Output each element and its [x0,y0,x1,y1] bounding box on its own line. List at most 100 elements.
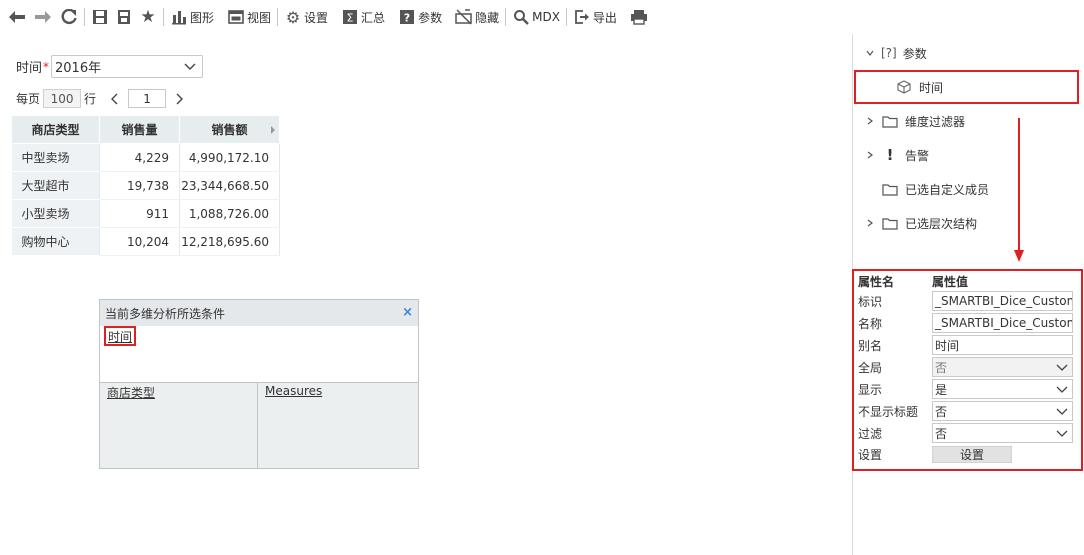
column-axis-zone[interactable]: Measures [258,383,416,468]
row-header-cell[interactable]: 小型卖场 [11,199,100,228]
amount-cell: 1,088,726.00 [179,199,280,228]
params-bracket-icon: [?] [881,46,897,60]
quantity-cell: 19,738 [99,171,180,200]
time-select-value: 2016年 [55,61,102,76]
tree-node-alert[interactable]: ! 告警 [863,144,929,166]
show-select[interactable]: 是 [932,379,1073,399]
hide-button[interactable]: 隐藏 [455,6,499,28]
save-as-button[interactable] [115,6,133,28]
tree-node-params[interactable]: [?] 参数 [863,42,927,64]
row-axis-zone[interactable]: 商店类型 [100,383,258,468]
tree-node-param-time[interactable]: 时间 [891,76,943,98]
annotation-arrow-line [1018,118,1020,251]
per-page-label: 每页 [16,92,41,106]
row-unit-label: 行 [84,92,97,106]
row-header-cell[interactable]: 购物中心 [11,227,100,256]
time-filter-label: 时间 [16,61,43,76]
sum-icon: Σ [341,8,359,26]
summary-button[interactable]: Σ 汇总 [341,6,385,28]
bar-chart-icon [170,8,188,26]
chart-label: 图形 [190,10,215,25]
column-axis-item[interactable]: Measures [265,384,409,398]
prop-label: 别名 [858,338,883,353]
chevron-right-icon[interactable] [863,116,877,126]
time-select[interactable]: 2016年 [51,55,204,78]
column-header-amount[interactable]: 销售额 [179,115,280,144]
chevron-down-icon [1055,382,1069,396]
toolbar-gap [623,8,624,26]
export-button[interactable]: 导出 [573,6,617,28]
properties-header: 属性名 属性值 [858,273,968,289]
close-icon[interactable]: × [402,305,413,320]
next-page-button[interactable] [170,90,188,108]
filter-select[interactable]: 否 [932,423,1073,443]
chevron-right-icon[interactable] [863,218,877,228]
chart-button[interactable]: 图形 [170,6,214,28]
per-page-input[interactable]: 100 [43,89,82,108]
toolbar-gap [391,8,392,26]
forward-button[interactable] [34,6,52,28]
tree-node-label: 时间 [919,80,944,95]
row-header-cell[interactable]: 中型卖场 [11,143,100,172]
prop-label: 设置 [858,447,883,462]
toolbar-gap [220,8,221,26]
amount-cell: 4,990,172.10 [179,143,280,172]
global-select-value: 否 [935,360,948,375]
toolbar-divider [565,8,567,26]
print-button[interactable] [630,6,648,28]
cube-icon [895,79,913,95]
mdx-button[interactable]: MDX [512,6,560,28]
svg-text:Σ: Σ [347,12,354,25]
export-icon [573,8,591,26]
arrow-left-icon [8,8,26,26]
tree-node-dim-filter[interactable]: 维度过滤器 [863,110,965,132]
folder-icon [881,113,899,129]
toolbar-divider [505,8,507,26]
properties-panel: 属性名 属性值 标识 _SMARTBI_Dice_Custom 名称 _SMAR… [852,269,1083,471]
row-axis-item[interactable]: 商店类型 [107,384,250,401]
hide-label: 隐藏 [475,10,500,25]
tree-node-label: 告警 [905,148,930,163]
column-header-quantity[interactable]: 销售量 [99,115,180,144]
chevron-down-icon[interactable] [863,48,877,58]
condition-chip-time[interactable]: 时间 [104,326,137,346]
row-header-cell[interactable]: 大型超市 [11,171,100,200]
prop-row-global: 全局 否 [858,356,1073,378]
id-field[interactable]: _SMARTBI_Dice_Custom [932,291,1073,311]
global-select[interactable]: 否 [932,357,1073,377]
settings-button[interactable]: ⚙ 设置 [284,6,328,28]
prop-row-alias: 别名 时间 [858,334,1073,356]
setting-button[interactable]: 设置 [932,445,1012,463]
selected-node-highlight [854,70,1079,104]
prop-label: 全局 [858,360,883,375]
back-button[interactable] [8,6,26,28]
prev-page-button[interactable] [106,90,124,108]
column-header-store-type[interactable]: 商店类型 [11,115,100,144]
summary-label: 汇总 [361,10,386,25]
save-button[interactable] [91,6,109,28]
table-header-row: 商店类型 销售量 销售额 [11,115,280,144]
conditions-panel-title: 当前多维分析所选条件 [105,306,226,321]
chevron-down-icon [1055,404,1069,418]
prop-label: 标识 [858,294,883,309]
toolbar-divider [163,8,164,26]
prop-value-header: 属性值 [932,274,969,289]
favorite-button[interactable]: ★ [139,6,157,28]
prop-name-header: 属性名 [858,274,895,289]
chevron-right-icon[interactable] [863,150,877,160]
view-button[interactable]: 视图 [227,6,271,28]
params-button[interactable]: ? 参数 [398,6,442,28]
pager: 每页 100 行 1 [16,89,188,108]
export-label: 导出 [592,10,617,25]
star-icon: ★ [140,7,156,27]
chevron-down-icon [1055,360,1069,374]
tree-node-label: 维度过滤器 [905,114,966,129]
name-field[interactable]: _SMARTBI_Dice_Custom [932,313,1073,333]
tree-node-custom-members[interactable]: 已选自定义成员 [863,178,989,200]
hide-title-select[interactable]: 否 [932,401,1073,421]
current-page-input[interactable]: 1 [128,89,167,108]
expand-icon[interactable] [271,126,275,134]
tree-node-hierarchy[interactable]: 已选层次结构 [863,212,977,234]
refresh-button[interactable] [60,6,78,28]
alias-field[interactable]: 时间 [932,335,1073,355]
